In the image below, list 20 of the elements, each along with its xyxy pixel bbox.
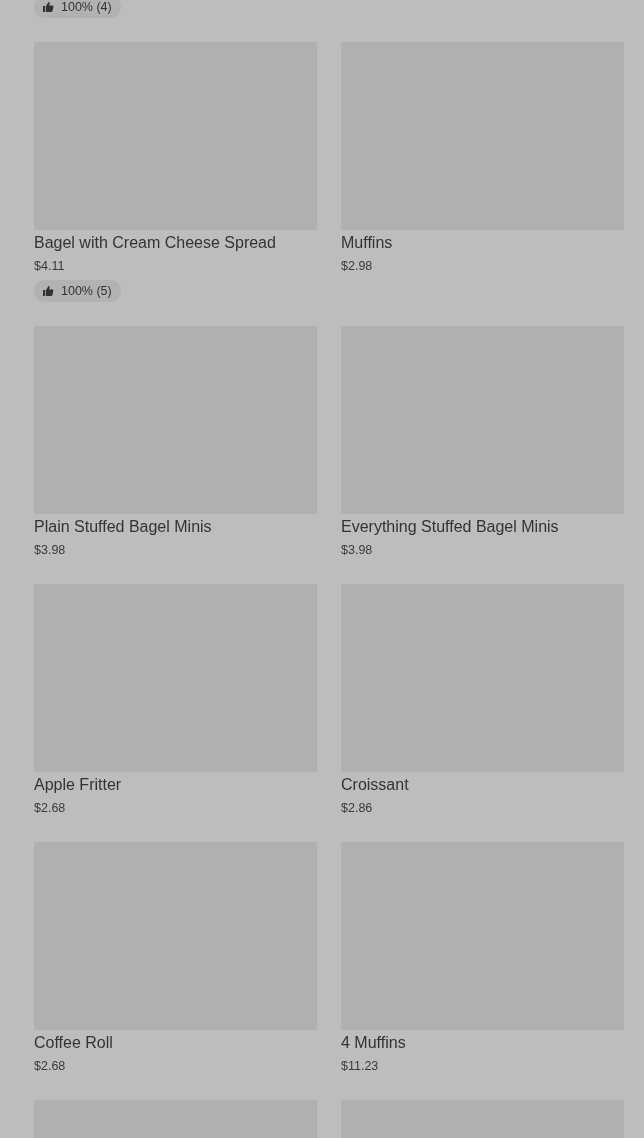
product-name: Coffee Roll — [34, 1033, 113, 1053]
product-price: $2.86 — [341, 800, 373, 817]
product-name: Bagel with Cream Cheese Spread — [34, 233, 276, 253]
product-name: Plain Stuffed Bagel Minis — [34, 517, 212, 537]
product-price: $2.68 — [34, 800, 66, 817]
thumbs-up-icon — [42, 1, 54, 13]
product-price: $2.68 — [34, 1058, 66, 1075]
product-price: $3.98 — [34, 542, 66, 559]
product-name: Everything Stuffed Bagel Minis — [341, 517, 559, 537]
product-price: $3.98 — [341, 542, 373, 559]
rating-text: 100% (4) — [61, 0, 112, 14]
product-name: Muffins — [341, 233, 393, 253]
product-name: 4 Muffins — [341, 1033, 406, 1053]
product-price: $4.11 — [34, 258, 65, 275]
rating-text: 100% (5) — [61, 284, 112, 298]
product-name: Apple Fritter — [34, 775, 122, 795]
product-price: $11.23 — [341, 1058, 379, 1075]
product-name: Croissant — [341, 775, 409, 795]
thumbs-up-icon — [42, 285, 54, 297]
product-price: $2.98 — [341, 258, 373, 275]
